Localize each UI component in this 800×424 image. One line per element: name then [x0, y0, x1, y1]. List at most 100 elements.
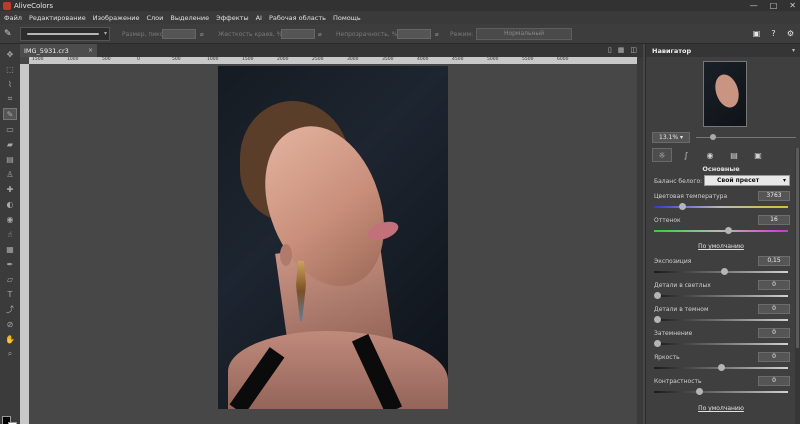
- highlights-slider[interactable]: [654, 292, 788, 299]
- chevron-down-icon: ▾: [782, 177, 786, 184]
- gear-icon[interactable]: ⚙: [785, 28, 796, 39]
- document-tab[interactable]: IMG_5931.cr3 ×: [20, 44, 97, 57]
- gradient-tool-icon[interactable]: ▤: [3, 153, 17, 165]
- app-window: AliveColors — □ ✕ Файл Редактирование Из…: [0, 0, 800, 424]
- document-tab-title: IMG_5931.cr3: [24, 46, 69, 55]
- menu-bar: Файл Редактирование Изображение Слои Выд…: [0, 11, 800, 24]
- notification-icon[interactable]: ▣: [751, 28, 762, 39]
- navigator-thumbnail[interactable]: [703, 61, 747, 127]
- menu-selection[interactable]: Выделение: [170, 14, 209, 22]
- menu-effects[interactable]: Эффекты: [216, 14, 249, 22]
- highlights-input[interactable]: 0: [758, 280, 790, 290]
- brush-preset-picker[interactable]: [20, 27, 110, 41]
- tab-basic-icon[interactable]: ☼: [652, 148, 672, 162]
- brush-tool-icon[interactable]: ✎: [3, 108, 17, 120]
- tab-eye-icon[interactable]: ◉: [700, 148, 720, 162]
- menu-ai[interactable]: AI: [256, 14, 262, 22]
- temperature-knob[interactable]: [679, 203, 687, 210]
- maximize-icon[interactable]: □: [770, 1, 778, 10]
- minimize-icon[interactable]: —: [750, 1, 758, 10]
- grid-view-icon[interactable]: ▦: [618, 46, 625, 54]
- document-icon[interactable]: ▯: [608, 46, 612, 54]
- shape-tool-icon[interactable]: ▱: [3, 273, 17, 285]
- exposure-input[interactable]: 0,15: [758, 256, 790, 266]
- heal-tool-icon[interactable]: ✚: [3, 183, 17, 195]
- contrast-knob[interactable]: [695, 388, 703, 395]
- tint-input[interactable]: 16: [758, 215, 790, 225]
- canvas-image[interactable]: [218, 66, 448, 409]
- opacity-input[interactable]: [397, 29, 431, 39]
- help-icon[interactable]: ?: [768, 28, 779, 39]
- shadows-knob[interactable]: [654, 316, 661, 323]
- menu-help[interactable]: Помощь: [333, 14, 361, 22]
- default-link[interactable]: По умолчанию: [652, 243, 790, 250]
- temperature-input[interactable]: 3763: [758, 191, 790, 201]
- default-link[interactable]: По умолчанию: [652, 405, 790, 412]
- tint-knob[interactable]: [725, 227, 733, 234]
- tint-slider[interactable]: [654, 227, 788, 234]
- zoom-slider[interactable]: [696, 134, 796, 140]
- sponge-tool-icon[interactable]: ▦: [3, 243, 17, 255]
- lasso-tool-icon[interactable]: ⌇: [3, 78, 17, 90]
- tab-camera-icon[interactable]: ▣: [748, 148, 768, 162]
- hardness-input[interactable]: [281, 29, 315, 39]
- menu-file[interactable]: Файл: [4, 14, 22, 22]
- panel-scrollbar-thumb[interactable]: [796, 148, 799, 348]
- tab-curves-icon[interactable]: ∫: [676, 148, 696, 162]
- highlights-knob[interactable]: [654, 292, 661, 299]
- contrast-input[interactable]: 0: [758, 376, 790, 386]
- eyedropper-tool-icon[interactable]: ⊘: [3, 318, 17, 330]
- crop-tool-icon[interactable]: ⌗: [3, 93, 17, 105]
- smudge-tool-icon[interactable]: ☝: [3, 228, 17, 240]
- size-input[interactable]: [162, 29, 196, 39]
- ruler-tick: 1500: [32, 57, 44, 62]
- fill-tool-icon[interactable]: ▰: [3, 138, 17, 150]
- shadows-slider[interactable]: [654, 316, 788, 323]
- selection-tool-icon[interactable]: ⬚: [3, 63, 17, 75]
- hand-tool-icon[interactable]: ✋: [3, 333, 17, 345]
- menu-image[interactable]: Изображение: [93, 14, 140, 22]
- zoom-tool-icon[interactable]: ⌕: [3, 348, 17, 360]
- shadows-input[interactable]: 0: [758, 304, 790, 314]
- vignette-knob[interactable]: [654, 340, 661, 347]
- canvas-scrollbar[interactable]: [637, 57, 643, 424]
- menu-workspace[interactable]: Рабочая область: [269, 14, 326, 22]
- panel-scrollbar[interactable]: [795, 148, 800, 424]
- tool-options-bar: ✎ ▾ Размер, пикс.: ⌀ Жесткость краев, %:…: [0, 24, 800, 44]
- top-right-icons: ▣ ? ⚙: [751, 28, 796, 39]
- brightness-slider[interactable]: [654, 364, 788, 371]
- exposure-slider[interactable]: [654, 268, 788, 275]
- white-balance-select[interactable]: Свой пресет ▾: [704, 175, 790, 186]
- text-tool-icon[interactable]: T: [3, 288, 17, 300]
- layout-icon[interactable]: ◫: [630, 46, 637, 54]
- eraser-tool-icon[interactable]: ▭: [3, 123, 17, 135]
- close-tab-icon[interactable]: ×: [88, 47, 93, 54]
- blend-mode-select[interactable]: Нормальный: [476, 28, 572, 40]
- temperature-slider[interactable]: [654, 203, 788, 210]
- menu-layers[interactable]: Слои: [146, 14, 163, 22]
- chevron-down-icon[interactable]: ▾: [792, 47, 795, 54]
- dodge-tool-icon[interactable]: ◐: [3, 198, 17, 210]
- pen-tool-icon[interactable]: ✒: [3, 258, 17, 270]
- opacity-label: Непрозрачность, %:: [336, 31, 400, 38]
- brightness-knob[interactable]: [717, 364, 725, 371]
- ruler-tick: 6000: [557, 57, 569, 62]
- zoom-select[interactable]: 13.1% ▾: [652, 132, 690, 143]
- zoom-row: 13.1% ▾: [652, 132, 690, 143]
- vignette-input[interactable]: 0: [758, 328, 790, 338]
- tab-sliders-icon[interactable]: ▤: [724, 148, 744, 162]
- path-tool-icon[interactable]: ⤴: [3, 303, 17, 315]
- exposure-knob[interactable]: [721, 268, 729, 275]
- brush-icon[interactable]: ✎: [4, 29, 14, 39]
- menu-edit[interactable]: Редактирование: [29, 14, 86, 22]
- brightness-input[interactable]: 0: [758, 352, 790, 362]
- contrast-slider[interactable]: [654, 388, 788, 395]
- chevron-down-icon[interactable]: ▾: [104, 30, 107, 37]
- vignette-slider[interactable]: [654, 340, 788, 347]
- blur-tool-icon[interactable]: ◉: [3, 213, 17, 225]
- stamp-tool-icon[interactable]: ♙: [3, 168, 17, 180]
- ruler-tick: 1000: [207, 57, 219, 62]
- close-icon[interactable]: ✕: [789, 1, 796, 10]
- move-tool-icon[interactable]: ✥: [3, 48, 17, 60]
- zoom-slider-knob[interactable]: [710, 134, 716, 140]
